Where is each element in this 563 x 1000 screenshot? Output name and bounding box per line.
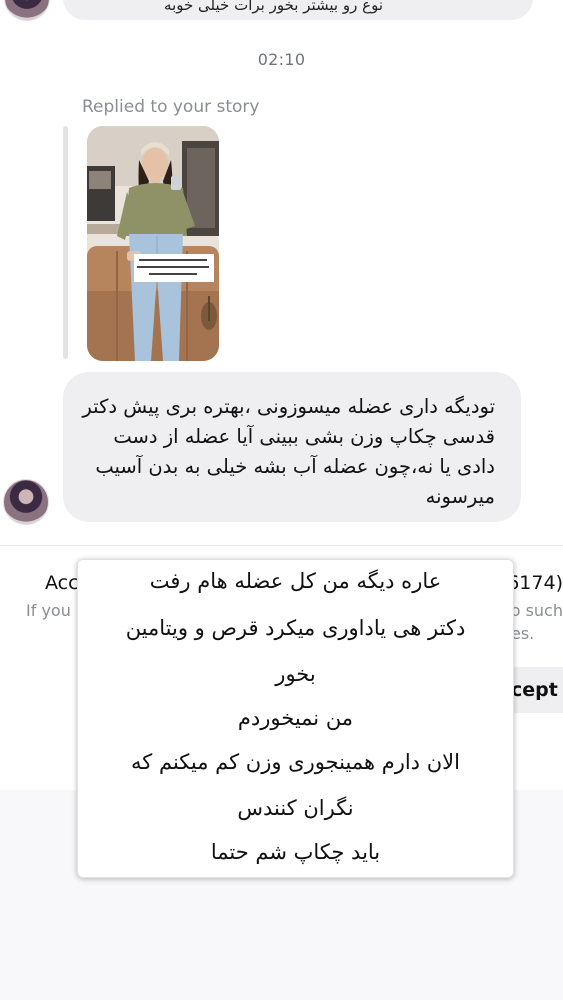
request-description-left: If you (26, 601, 71, 620)
message-timestamp: 02:10 (257, 50, 306, 69)
note-line-3: بخور (275, 662, 316, 686)
request-title-left: Acc (45, 572, 79, 594)
request-description-right-2: es. (511, 624, 535, 643)
replied-to-story-label: Replied to your story (82, 97, 260, 117)
story-thumbnail[interactable] (87, 126, 219, 361)
note-line-2: دکتر هی یاداوری میکرد قرص و ویتامین (125, 616, 466, 640)
note-line-7: باید چکاپ شم حتما (210, 840, 381, 864)
request-title-right: 6174) (507, 572, 563, 594)
sender-avatar-top[interactable] (4, 0, 50, 21)
note-line-6: نگران کنندس (237, 796, 354, 820)
message-text-top: نوع رو بیشتر بخور برات خیلی خوبه (164, 0, 383, 14)
request-description-right: o such (510, 601, 563, 620)
reply-message-text: تودیگه داری عضله میسوزونی ،بهتره بری پیش… (82, 395, 495, 508)
note-line-4: من نمیخوردم (237, 706, 354, 730)
message-bubble-top[interactable]: نوع رو بیشتر بخور برات خیلی خوبه (63, 0, 533, 20)
reply-message-bubble[interactable]: تودیگه داری عضله میسوزونی ،بهتره بری پیش… (63, 372, 521, 522)
reply-indicator-bar (63, 126, 68, 359)
note-line-1: عاره دیگه من کل عضله هام رفت (149, 569, 442, 593)
text-note-overlay: عاره دیگه من کل عضله هام رفت دکتر هی یاد… (77, 559, 514, 878)
sender-avatar[interactable] (3, 479, 49, 525)
note-line-5: الان دارم همینجوری وزن کم میکنم که (131, 750, 460, 774)
accept-button-label: cept (511, 679, 558, 701)
